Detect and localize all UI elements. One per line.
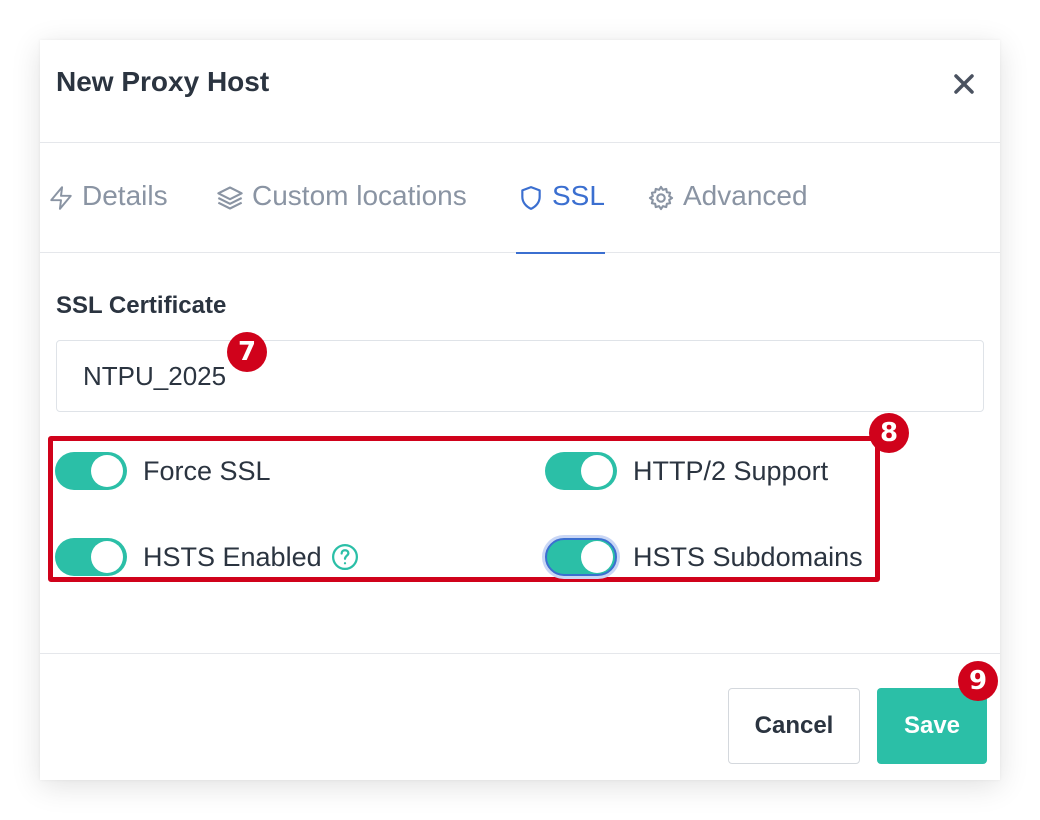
hsts-enabled-toggle[interactable] (55, 538, 127, 576)
help-icon[interactable] (330, 542, 360, 572)
tab-bar: Details Custom locations SSL Advanced (40, 142, 1000, 254)
modal-header: New Proxy Host (40, 40, 1000, 143)
tab-ssl-label: SSL (552, 180, 605, 211)
ssl-certificate-value: NTPU_2025 (83, 360, 227, 391)
lightning-icon (48, 180, 82, 219)
tab-custom-locations[interactable]: Custom locations (216, 180, 467, 254)
force-ssl-toggle[interactable] (55, 452, 127, 490)
annotation-marker-8: 8 (869, 413, 909, 453)
tab-advanced[interactable]: Advanced (647, 180, 808, 254)
modal-title: New Proxy Host (56, 66, 270, 97)
cancel-button[interactable]: Cancel (728, 688, 860, 764)
modal-footer: Cancel Save (40, 653, 1000, 781)
gear-icon (647, 180, 683, 219)
hsts-subdomains-toggle[interactable] (545, 538, 617, 576)
close-icon[interactable] (948, 68, 980, 100)
annotation-marker-9: 9 (958, 661, 998, 701)
force-ssl-switch[interactable]: Force SSL (55, 452, 271, 490)
http2-support-label: HTTP/2 Support (633, 455, 829, 486)
force-ssl-label: Force SSL (143, 455, 271, 486)
tab-custom-locations-label: Custom locations (252, 180, 467, 211)
layers-icon (216, 180, 252, 219)
http2-support-toggle[interactable] (545, 452, 617, 490)
tab-details[interactable]: Details (48, 180, 168, 254)
shield-icon (518, 180, 552, 219)
new-proxy-host-modal: New Proxy Host Details Custom locations … (40, 40, 1000, 780)
hsts-enabled-switch[interactable]: HSTS Enabled (55, 538, 360, 576)
hsts-subdomains-label: HSTS Subdomains (633, 541, 863, 572)
hsts-subdomains-switch[interactable]: HSTS Subdomains (545, 538, 863, 576)
hsts-enabled-label: HSTS Enabled (143, 541, 322, 572)
annotation-marker-7: 7 (227, 332, 267, 372)
ssl-certificate-select[interactable]: NTPU_2025 (56, 340, 984, 412)
ssl-certificate-label: SSL Certificate (56, 292, 227, 319)
tab-advanced-label: Advanced (683, 180, 808, 211)
tab-ssl[interactable]: SSL (516, 180, 605, 254)
tab-details-label: Details (82, 180, 168, 211)
http2-support-switch[interactable]: HTTP/2 Support (545, 452, 828, 490)
